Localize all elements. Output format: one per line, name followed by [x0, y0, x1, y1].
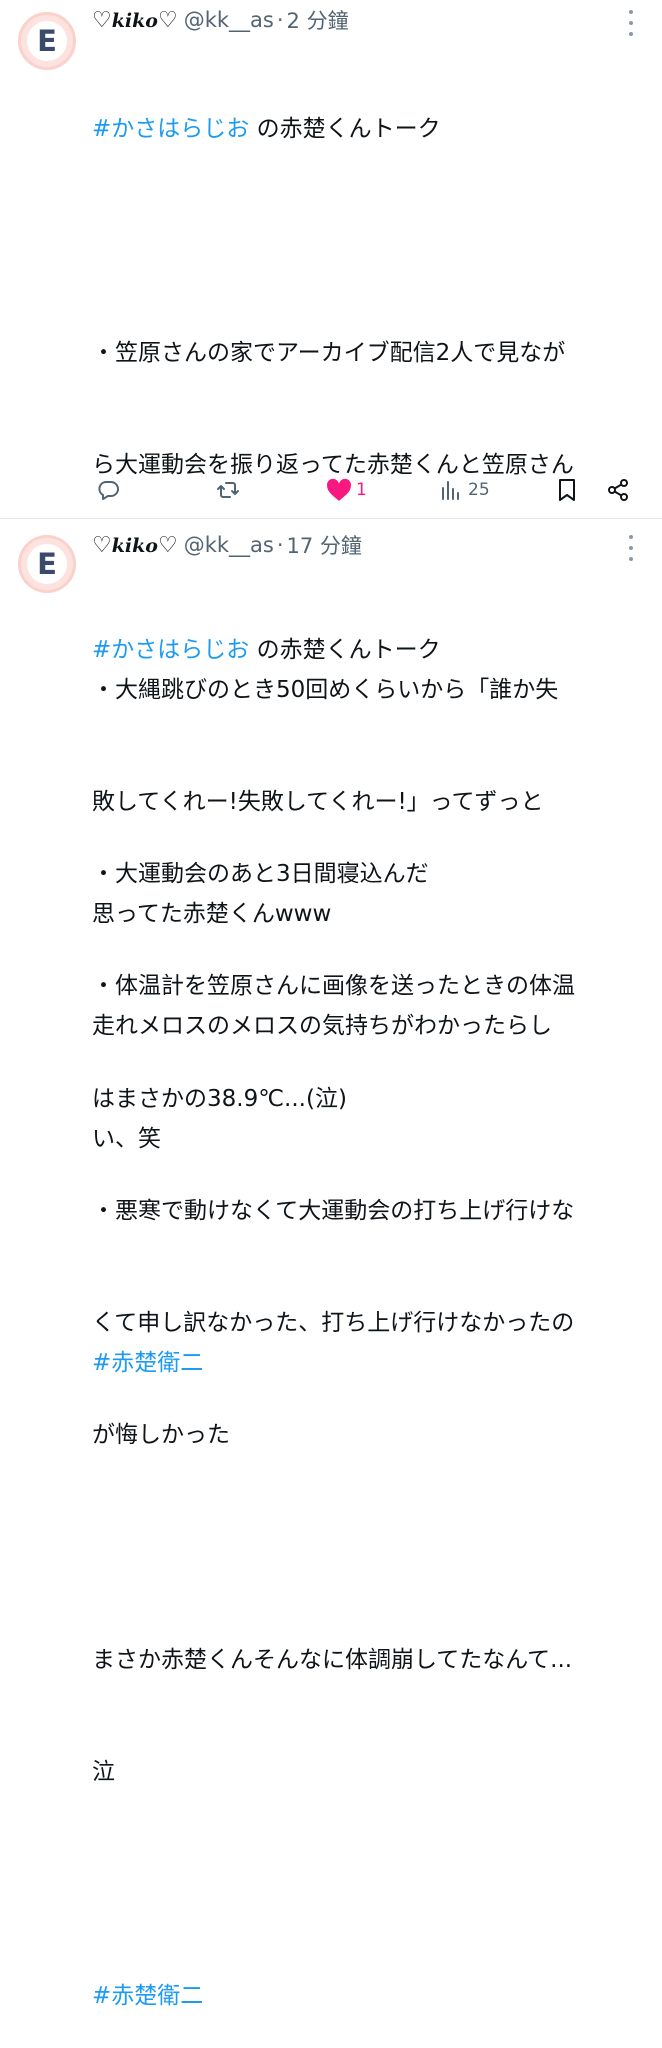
retweet-button[interactable] [216, 470, 240, 510]
text-line: ・体温計を笠原さんに画像を送ったときの体温 [92, 973, 575, 1000]
text-line: まさか赤楚くんそんなに体調崩してたなんて... [92, 1646, 573, 1673]
timestamp[interactable]: 2 分鐘 [287, 5, 349, 35]
text-line: #かさはらじお の赤楚くんトーク [92, 115, 441, 142]
views-icon [442, 481, 459, 500]
timestamp[interactable]: 17 分鐘 [287, 530, 362, 560]
display-name-prefix: ♡ [92, 7, 112, 33]
text-line: はまさかの38.9℃...(泣) [92, 1085, 347, 1112]
text-line: 泣 [92, 1758, 115, 1785]
display-name-main: kiko [111, 9, 158, 32]
handle[interactable]: @kk__as [184, 533, 274, 557]
tweet[interactable]: E ♡kiko♡ @kk__as · 2 分鐘 #かさはらじお の赤楚くんトーク… [0, 0, 662, 1376]
more-icon[interactable] [624, 10, 638, 36]
avatar[interactable]: E [18, 12, 76, 70]
reply-button[interactable] [96, 470, 120, 510]
share-icon [608, 479, 628, 501]
tweet-header: ♡kiko♡ @kk__as · 2 分鐘 [92, 2, 602, 38]
text-line [92, 1866, 652, 1903]
text-line [92, 223, 652, 260]
text-line: ・笠原さんの家でアーカイブ配信2人で見なが [92, 340, 566, 367]
text-line: #赤楚衛二 [92, 1978, 652, 2015]
text-line [92, 1529, 652, 1566]
display-name[interactable]: ♡kiko♡ [92, 533, 178, 558]
text-line: #かさはらじお の赤楚くんトーク [92, 636, 441, 663]
display-name-suffix: ♡ [157, 532, 178, 558]
like-button[interactable]: 1 [326, 470, 367, 510]
views-count: 25 [468, 480, 490, 500]
tweet[interactable]: E ♡kiko♡ @kk__as · 17 分鐘 #かさはらじお の赤楚くんトー… [0, 519, 662, 2009]
text-line [92, 744, 652, 781]
hashtag-link[interactable]: #かさはらじお [92, 637, 249, 663]
reply-icon [98, 481, 119, 500]
hashtag-link[interactable]: #かさはらじお [92, 116, 249, 142]
text-line: くて申し訳なかった、打ち上げ行けなかったの [92, 1310, 575, 1337]
tweet-text: #かさはらじお の赤楚くんトーク ・大運動会のあと3日間寝込んだ ・体温計を笠原… [92, 557, 652, 2048]
views-button[interactable]: 25 [440, 470, 490, 510]
separator-dot: · [276, 8, 284, 32]
text-line: が悔しかった [92, 1422, 230, 1449]
retweet-icon [217, 482, 239, 498]
hashtag-link[interactable]: #赤楚衛二 [92, 1983, 203, 2009]
avatar-letter: E [37, 546, 57, 581]
action-bar: 1 25 [0, 470, 662, 510]
share-button[interactable] [606, 470, 630, 510]
display-name-suffix: ♡ [157, 7, 178, 33]
like-count: 1 [356, 480, 367, 500]
avatar-inner: E [27, 544, 67, 584]
avatar-letter: E [37, 23, 57, 58]
display-name[interactable]: ♡kiko♡ [92, 8, 178, 33]
avatar[interactable]: E [18, 535, 76, 593]
handle[interactable]: @kk__as [184, 8, 274, 32]
avatar-inner: E [27, 21, 67, 61]
separator-dot: · [276, 533, 284, 557]
bookmark-button[interactable] [556, 470, 578, 510]
display-name-main: kiko [111, 534, 158, 557]
bookmark-icon [559, 479, 575, 501]
display-name-prefix: ♡ [92, 532, 112, 558]
text-line: ・悪寒で動けなくて大運動会の打ち上げ行けな [92, 1197, 575, 1224]
text-line: ・大運動会のあと3日間寝込んだ [92, 861, 429, 888]
heart-icon [327, 478, 351, 501]
